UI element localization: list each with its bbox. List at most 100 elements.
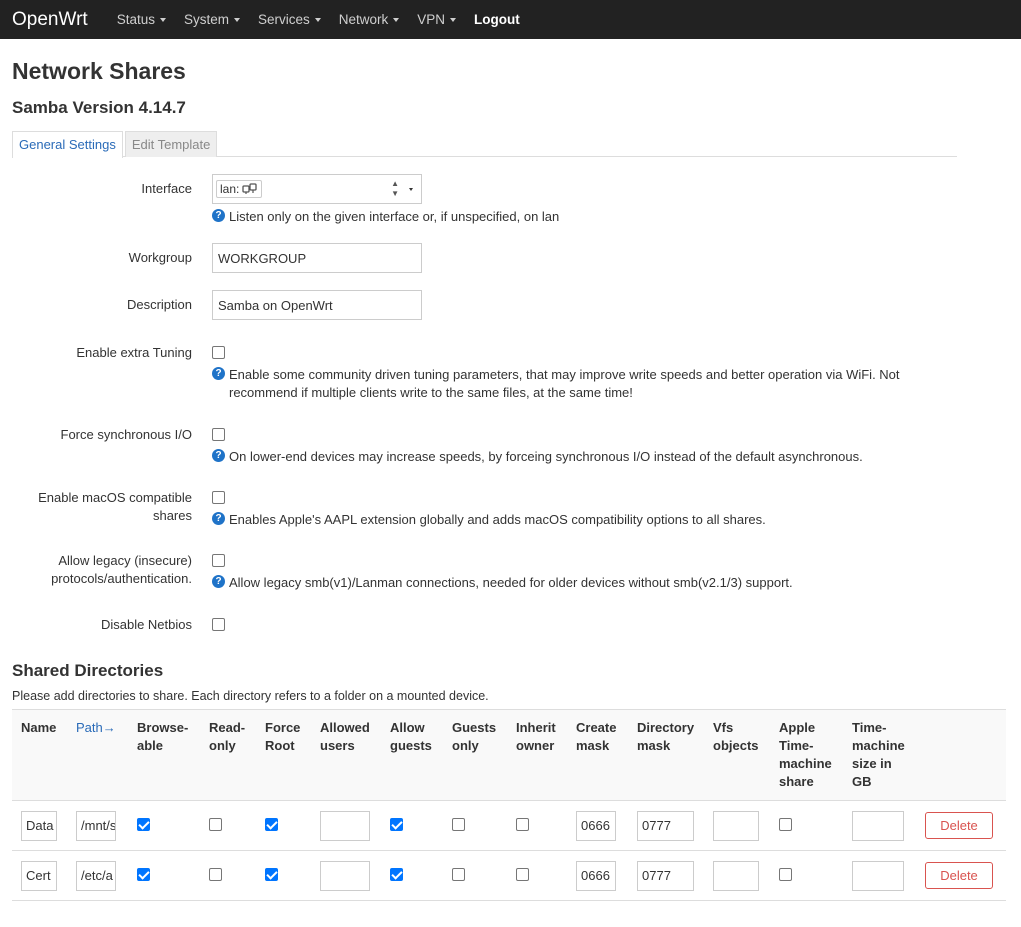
share-name-input[interactable]: Cert [21,860,57,891]
nav-status[interactable]: Status [108,12,175,27]
directory-mask-input[interactable]: 0777 [637,810,694,841]
allowed-users-input[interactable] [320,810,370,841]
sync-io-checkbox[interactable] [212,428,225,441]
legacy-help-text: Allow legacy smb(v1)/Lanman connections,… [229,575,793,590]
description-label: Description [126,297,192,312]
browseable-checkbox[interactable] [137,817,150,831]
nav-system-label: System [183,12,229,27]
extra-tuning-help: ? Enable some community driven tuning pa… [212,366,912,402]
col-inherit-owner: Inherit owner [507,709,567,801]
description-row: Description Samba on OpenWrt [12,290,1009,320]
share-path-input[interactable]: /mnt/s [76,810,116,841]
share-name-input[interactable]: Data [21,810,57,841]
col-forceroot: Force Root [256,709,311,801]
nav-network[interactable]: Network [330,12,409,27]
allow-guests-checkbox[interactable] [390,817,403,831]
help-icon: ? [212,449,225,462]
macos-help-text: Enables Apple's AAPL extension globally … [229,512,766,527]
nav-status-label: Status [116,12,155,27]
nav-services[interactable]: Services [249,12,330,27]
main-content: Network Shares Samba Version 4.14.7 Gene… [0,39,1021,901]
workgroup-input[interactable]: WORKGROUP [212,243,422,273]
macos-checkbox[interactable] [212,491,225,504]
extra-tuning-checkbox[interactable] [212,346,225,359]
help-icon: ? [212,367,225,380]
macos-label: Enable macOS compatible shares [38,490,192,523]
interface-chip: lan: [216,180,263,198]
forceroot-checkbox[interactable] [265,867,278,881]
timemachine-checkbox[interactable] [779,867,792,881]
vfs-objects-input[interactable] [713,810,759,841]
create-mask-input[interactable]: 0666 [576,810,616,841]
legacy-label: Allow legacy (insecure) protocols/authen… [51,553,192,586]
macos-help: ? Enables Apple's AAPL extension globall… [212,511,766,529]
legacy-checkbox[interactable] [212,554,225,567]
caret-down-icon [233,17,240,22]
col-readonly: Read-only [200,709,256,801]
spinner-arrows-icon: ▲ ▼ [391,179,399,198]
inherit-owner-checkbox[interactable] [516,867,529,881]
workgroup-label: Workgroup [128,250,192,265]
forceroot-checkbox[interactable] [265,817,278,831]
legacy-row: Allow legacy (insecure) protocols/authen… [12,552,1009,592]
col-allowed-users: Allowed users [311,709,381,801]
help-icon: ? [212,512,225,525]
inherit-owner-checkbox[interactable] [516,817,529,831]
interface-chip-label: lan: [220,182,240,196]
col-path[interactable]: Path→ [67,709,128,801]
delete-button[interactable]: Delete [925,862,993,889]
caret-down-icon [450,17,457,22]
col-guests-only: Guests only [443,709,507,801]
nav-vpn[interactable]: VPN [408,12,465,27]
caret-down-icon [314,17,321,22]
nav-system[interactable]: System [175,12,249,27]
tm-size-input[interactable] [852,860,904,891]
tab-general-settings[interactable]: General Settings [12,131,123,158]
guests-only-checkbox[interactable] [452,867,465,881]
nav-logout[interactable]: Logout [465,12,529,27]
interface-label: Interface [141,181,192,196]
caret-down-icon [393,17,400,22]
legacy-help: ? Allow legacy smb(v1)/Lanman connection… [212,574,793,592]
tm-size-input[interactable] [852,810,904,841]
macos-row: Enable macOS compatible shares ? Enables… [12,489,1009,529]
tab-bar: General Settings Edit Template [12,131,957,158]
shared-directories-description: Please add directories to share. Each di… [12,689,489,703]
browseable-checkbox[interactable] [137,867,150,881]
guests-only-checkbox[interactable] [452,817,465,831]
readonly-checkbox[interactable] [209,817,222,831]
help-icon: ? [212,209,225,222]
nav-vpn-label: VPN [417,12,446,27]
timemachine-checkbox[interactable] [779,817,792,831]
col-timemachine: Apple Time-machine share [770,709,843,801]
vfs-objects-input[interactable] [713,860,759,891]
col-create-mask: Create mask [567,709,628,801]
col-allow-guests: Allow guests [381,709,443,801]
delete-button[interactable]: Delete [925,812,993,839]
col-tm-size: Time-machine size in GB [843,709,916,801]
interface-help-text: Listen only on the given interface or, i… [229,209,560,224]
readonly-checkbox[interactable] [209,867,222,881]
col-actions [916,709,1006,801]
interface-select[interactable]: lan: ▲ ▼ [212,174,422,204]
page-title: Network Shares [12,58,186,84]
sync-io-row: Force synchronous I/O ? On lower-end dev… [12,426,1009,466]
page-subtitle: Samba Version 4.14.7 [12,98,186,117]
top-navbar: OpenWrt Status System Services Network V… [0,0,1021,39]
col-name: Name [12,709,67,801]
brand-logo[interactable]: OpenWrt [12,9,88,31]
caret-down-icon [159,17,166,22]
tab-edit-template[interactable]: Edit Template [124,131,218,157]
directory-mask-input[interactable]: 0777 [637,860,694,891]
description-input[interactable]: Samba on OpenWrt [212,290,422,320]
netbios-row: Disable Netbios [12,616,1009,634]
share-path-input[interactable]: /etc/a [76,860,116,891]
allowed-users-input[interactable] [320,860,370,891]
network-icon [242,183,258,195]
col-vfs-objects: Vfs objects [704,709,770,801]
allow-guests-checkbox[interactable] [390,867,403,881]
netbios-checkbox[interactable] [212,618,225,631]
table-header-row: Name Path→ Browse-able Read-only Force R… [12,709,1006,801]
table-row: Cert /etc/a 0666 0777 Delete [12,850,1006,901]
create-mask-input[interactable]: 0666 [576,860,616,891]
